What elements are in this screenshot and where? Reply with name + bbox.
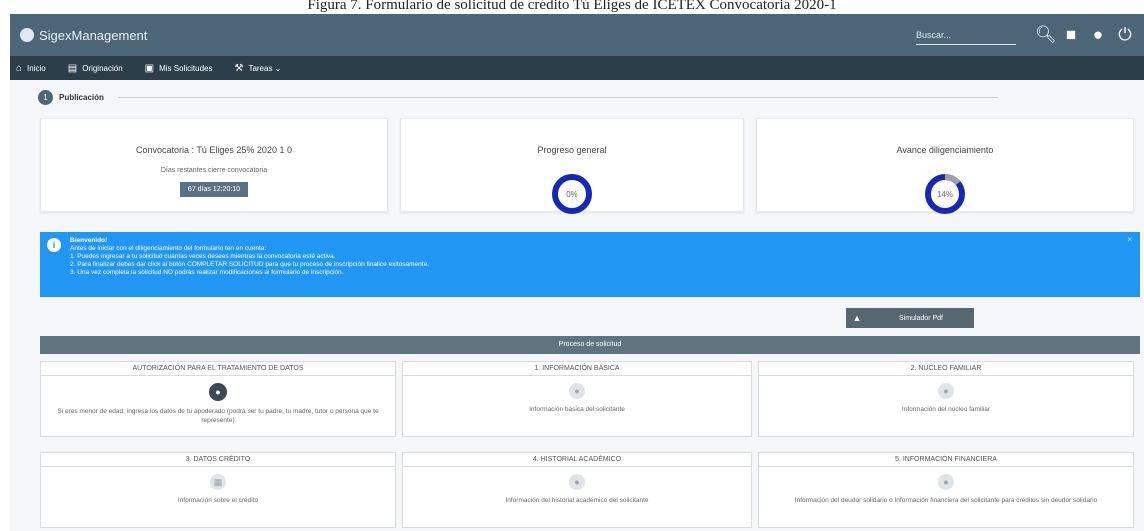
simulador-pdf-label: Simulador Pdf (899, 314, 943, 322)
step-title: Publicación (59, 93, 104, 102)
section-datos-credito[interactable]: 3. DATOS CRÉDITO ▦ Información sobre el … (40, 452, 396, 528)
step-number: 1 (38, 90, 53, 105)
power-icon[interactable]: ⏻ (1116, 26, 1134, 44)
user-circle-icon: ● (569, 383, 585, 399)
nav-label: Mis Solicitudes (159, 63, 213, 73)
nav-item-inicio[interactable]: ⌂ Inicio (16, 63, 46, 74)
section-autorizacion[interactable]: AUTORIZACIÓN PARA EL TRATAMIENTO DE DATO… (40, 361, 396, 437)
alert-line: Antes de iniciar con el diligenciamiento… (70, 245, 267, 252)
section-nucleo-familiar[interactable]: 2. NÚCLEO FAMILIAR ● Información del núc… (758, 361, 1134, 437)
progreso-value: 0% (566, 190, 578, 199)
brand-name: SigexManagement (39, 27, 148, 43)
section-title: 4. HISTORIAL ACADÉMICO (403, 453, 751, 467)
search-input[interactable] (916, 29, 1016, 40)
main-content: 1 Publicación Convocatoria : Tú Eliges 2… (10, 80, 1144, 531)
countdown-badge: 67 días 12:20:10 (179, 182, 249, 197)
lock-icon: ● (209, 383, 227, 401)
section-historial-academico[interactable]: 4. HISTORIAL ACADÉMICO ● Información del… (402, 452, 752, 528)
alert-close-button[interactable]: × (1127, 236, 1132, 244)
app-header: SigexManagement 🔍︎ ■ ● ⏻ (10, 14, 1144, 56)
main-nav: ⌂ Inicio ▤ Originación ▣ Mis Solicitudes… (10, 56, 1144, 80)
section-informacion-financiera[interactable]: 5. INFORMACIÓN FINANCIERA ● Información … (758, 452, 1134, 528)
section-informacion-basica[interactable]: 1. INFORMACIÓN BÁSICA ● Información bási… (402, 361, 752, 437)
progreso-title: Progreso general (537, 145, 607, 155)
section-description: Información básica del solicitante (529, 406, 625, 413)
section-description: Información del núcleo familiar (901, 406, 991, 413)
section-title: 1. INFORMACIÓN BÁSICA (403, 362, 751, 376)
avance-ring: 14% (925, 174, 965, 214)
step-header: 1 Publicación (38, 90, 104, 105)
alert-title: Bienvenido! (70, 237, 108, 244)
finance-icon: ● (938, 474, 954, 490)
section-description: Información sobre el crédito (177, 497, 259, 504)
progreso-general-card: Progreso general 0% (400, 118, 744, 214)
avance-card: Avance diligenciamiento 14% (756, 118, 1134, 214)
credit-icon: ▦ (210, 474, 226, 490)
nav-label: Tareas ⌄ (248, 63, 282, 73)
brand[interactable]: SigexManagement (20, 28, 147, 43)
convocatoria-card: Convocatoria : Tú Eliges 25% 2020 1 0 Dí… (40, 118, 388, 212)
nav-item-mis-solicitudes[interactable]: ▣ Mis Solicitudes (145, 63, 213, 74)
info-icon: i (47, 238, 61, 252)
folder-icon: ▣ (144, 62, 155, 74)
section-title: 5. INFORMACIÓN FINANCIERA (759, 453, 1133, 467)
print-icon: ▲ (852, 313, 862, 323)
section-title: AUTORIZACIÓN PARA EL TRATAMIENTO DE DATO… (41, 362, 395, 376)
convocatoria-title: Convocatoria : Tú Eliges 25% 2020 1 0 (136, 145, 292, 155)
avance-title: Avance diligenciamiento (896, 145, 994, 155)
progreso-ring: 0% (552, 174, 592, 214)
days-remaining-label: Días restantes cierre convocatoria (160, 167, 268, 174)
search-icon[interactable]: 🔍︎ (1035, 26, 1057, 44)
avance-value: 14% (937, 190, 953, 199)
document-icon: ▤ (67, 62, 78, 74)
alert-line: 2. Para finalizar debes dar click al bot… (70, 261, 429, 268)
graduation-icon: ● (569, 474, 585, 490)
home-icon: ⌂ (16, 62, 23, 74)
simulador-pdf-button[interactable]: ▲ Simulador Pdf (846, 308, 974, 328)
family-icon: ● (938, 383, 954, 399)
section-title: 2. NÚCLEO FAMILIAR (759, 362, 1133, 376)
chat-icon[interactable]: ■ (1062, 26, 1080, 44)
alert-line: 1. Puedes ingresar a tu solicitud cuanta… (70, 253, 336, 260)
nav-item-tareas[interactable]: ⚒ Tareas ⌄ (234, 63, 281, 74)
alert-line: 3. Una vez completa la solicitud NO podr… (70, 269, 344, 276)
nav-item-originacion[interactable]: ▤ Originación (68, 63, 123, 74)
brand-logo-icon (20, 28, 34, 42)
section-title: 3. DATOS CRÉDITO (41, 453, 395, 467)
section-description: Información del deudor solidario o Infor… (794, 497, 1098, 504)
section-description: Si eres menor de edad, ingresa los datos… (57, 408, 379, 424)
user-icon[interactable]: ● (1089, 26, 1107, 44)
welcome-alert: i × Bienvenido! Antes de iniciar con el … (40, 232, 1140, 297)
proceso-solicitud-header: Proceso de solicitud (40, 336, 1140, 354)
figure-caption: Figura 7. Formulario de solicitud de cré… (307, 0, 837, 13)
section-description: Información del historial académico del … (505, 497, 649, 504)
nav-label: Originación (82, 63, 123, 73)
nav-label: Inicio (27, 63, 46, 73)
step-divider (118, 97, 998, 98)
search-box[interactable] (916, 25, 1016, 45)
wrench-icon: ⚒ (234, 62, 244, 74)
